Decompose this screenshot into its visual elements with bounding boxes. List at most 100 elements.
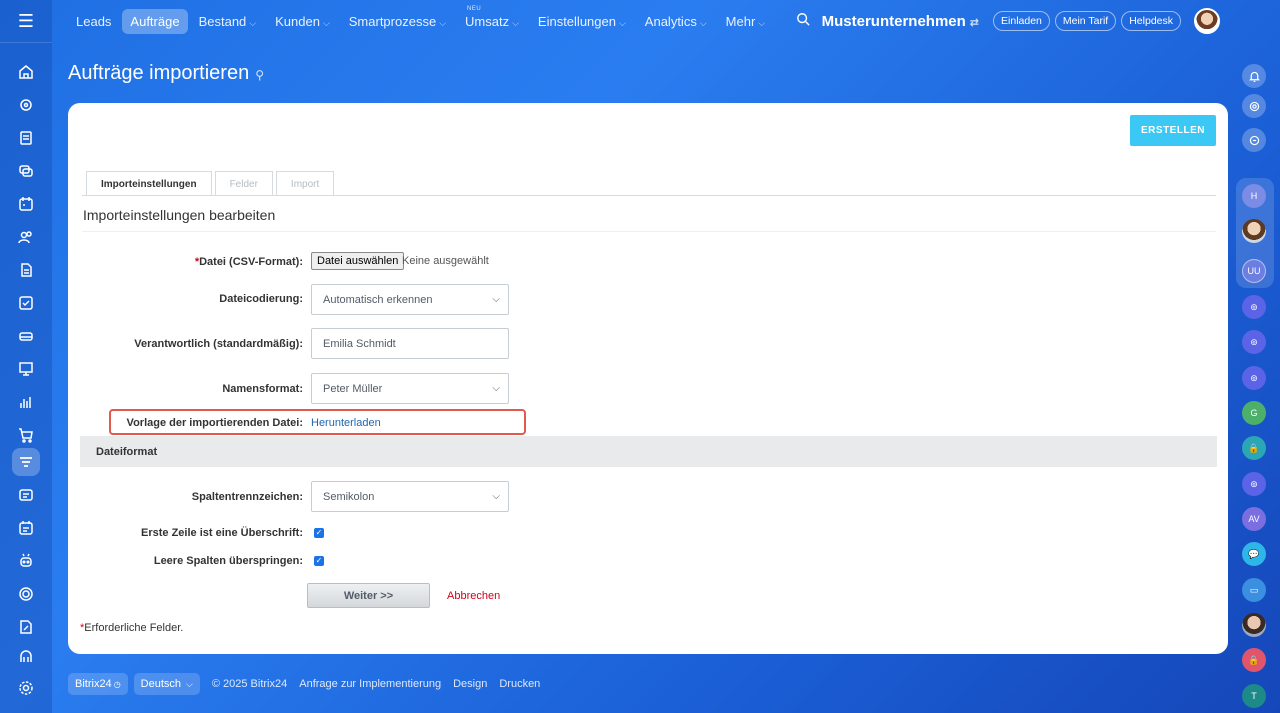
chat-avatar-av[interactable]: AV [1242, 507, 1266, 531]
encoding-select[interactable]: Automatisch erkennen ⌵ [311, 284, 509, 315]
company-name-label: Musterunternehmen [821, 12, 966, 30]
top-right-area: Musterunternehmen ⇄ Einladen Mein Tarif H… [796, 0, 1228, 42]
hamburger-menu-icon[interactable]: ☰ [14, 12, 38, 30]
invite-button[interactable]: Einladen [993, 11, 1050, 31]
tab-felder[interactable]: Felder [214, 171, 273, 196]
chat-avatar-photo[interactable] [1242, 219, 1266, 243]
nav-umsatz[interactable]: NEU Umsatz ⌵ [457, 5, 527, 34]
search-chat-icon[interactable] [1242, 128, 1266, 152]
feed-icon[interactable] [12, 91, 40, 119]
nav-mehr[interactable]: Mehr ⌵ [718, 9, 773, 34]
nav-leads[interactable]: Leads [68, 9, 119, 34]
id-card-icon[interactable] [12, 481, 40, 509]
contact-card-icon[interactable]: ▭ [1242, 578, 1266, 602]
footer-link-print[interactable]: Drucken [499, 678, 540, 690]
my-tariff-button[interactable]: Mein Tarif [1054, 11, 1117, 31]
template-label: Vorlage der importierenden Datei: [126, 417, 303, 429]
responsible-input[interactable]: Emilia Schmidt [311, 328, 509, 359]
chevron-down-icon: ⌵ [439, 17, 447, 28]
nav-einstellungen[interactable]: Einstellungen ⌵ [530, 9, 634, 34]
settings-gear-icon[interactable] [12, 674, 40, 702]
copyright-text: © 2025 Bitrix24 [211, 678, 288, 690]
nav-mehr-label: Mehr [725, 13, 756, 29]
copilot-icon[interactable] [1242, 94, 1266, 118]
initials-label: T [1251, 691, 1257, 701]
chevron-down-icon: ⌵ [186, 678, 193, 689]
nav-analytics[interactable]: Analytics ⌵ [637, 9, 715, 34]
robot-icon[interactable] [12, 547, 40, 575]
copilot-chat-icon[interactable]: ⊚ [1242, 366, 1266, 390]
responsible-label: Verantwortlich (standardmäßig): [134, 338, 303, 350]
language-select[interactable]: Deutsch ⌵ [133, 673, 200, 695]
main-menu: Leads Aufträge Bestand ⌵ Kunden ⌵ Smartpro… [68, 5, 776, 34]
required-note-text: Erforderliche Felder. [84, 622, 184, 634]
company-name[interactable]: Musterunternehmen ⇄ [822, 13, 979, 30]
name-format-value: Peter Müller [323, 382, 383, 395]
horseshoe-icon[interactable] [12, 642, 40, 670]
tab-importeinstellungen[interactable]: Importeinstellungen [86, 171, 212, 196]
first-row-header-checkbox[interactable]: ✓ [314, 528, 324, 538]
name-format-select[interactable]: Peter Müller ⌵ [311, 373, 509, 404]
lock-chat-icon[interactable]: 🔒 [1242, 648, 1266, 672]
notifications-bell-icon[interactable] [1242, 64, 1266, 88]
right-sidebar: H UU ⊚ ⊚ ⊚ G 🔒 ⊚ AV 💬 ▭ 🔒 T [1228, 0, 1280, 713]
edit-doc-icon[interactable] [12, 613, 40, 641]
name-format-label: Namensformat: [222, 383, 303, 395]
next-button[interactable]: Weiter >> [307, 583, 430, 608]
encoding-value: Automatisch erkennen [323, 293, 433, 306]
footer-link-design[interactable]: Design [453, 678, 487, 690]
checklist-icon[interactable] [12, 289, 40, 317]
lock-chat-icon[interactable]: 🔒 [1242, 436, 1266, 460]
chat-avatar-uu[interactable]: UU [1242, 259, 1266, 283]
page-title: Aufträge importieren ⚲ [68, 62, 264, 85]
download-template-link[interactable]: Herunterladen [311, 417, 381, 429]
copilot-chat-icon[interactable]: ⊚ [1242, 295, 1266, 319]
file-label: *Datei (CSV-Format): [195, 256, 303, 268]
switch-icon: ⇄ [969, 16, 980, 29]
import-tabs: Importeinstellungen Felder Import [86, 171, 337, 196]
calendar-icon[interactable] [12, 190, 40, 218]
chat-avatar-t[interactable]: T [1242, 684, 1266, 708]
target-icon[interactable] [12, 580, 40, 608]
tabs-divider [82, 195, 1216, 196]
schedule-icon[interactable] [12, 514, 40, 542]
document-icon[interactable] [12, 256, 40, 284]
chat-avatar-g[interactable]: G [1242, 401, 1266, 425]
search-icon[interactable] [796, 12, 810, 31]
footer-link-implementation[interactable]: Anfrage zur Implementierung [299, 678, 441, 690]
nav-leads-label: Leads [76, 13, 112, 29]
message-chat-icon[interactable]: 💬 [1242, 542, 1266, 566]
nav-bestand[interactable]: Bestand ⌵ [191, 9, 265, 34]
create-button[interactable]: ERSTELLEN [1130, 115, 1216, 146]
new-badge: NEU [467, 5, 482, 12]
bitrix24-brand-button[interactable]: Bitrix24 ◷ [68, 673, 128, 695]
clock-icon: ◷ [113, 679, 121, 689]
chat-icon[interactable] [12, 157, 40, 185]
nav-auftraege[interactable]: Aufträge [122, 8, 188, 34]
nav-smartprozesse[interactable]: Smartprozesse ⌵ [341, 9, 454, 34]
drive-icon[interactable] [12, 322, 40, 350]
home-icon[interactable] [12, 58, 40, 86]
analytics-icon[interactable] [12, 388, 40, 416]
required-note: *Erforderliche Felder. [80, 622, 183, 634]
copilot-chat-icon[interactable]: ⊚ [1242, 472, 1266, 496]
top-navigation-bar: Leads Aufträge Bestand ⌵ Kunden ⌵ Smartpro… [52, 0, 1228, 42]
user-avatar[interactable] [1194, 8, 1220, 34]
copilot-chat-icon[interactable]: ⊚ [1242, 330, 1266, 354]
chat-avatar-photo[interactable] [1242, 613, 1266, 637]
cancel-link[interactable]: Abbrechen [447, 590, 500, 602]
section-title: Importeinstellungen bearbeiten [83, 207, 276, 223]
helpdesk-button[interactable]: Helpdesk [1121, 11, 1181, 31]
tasks-doc-icon[interactable] [12, 124, 40, 152]
choose-file-button[interactable]: Datei auswählen [311, 252, 405, 270]
pin-icon[interactable]: ⚲ [255, 68, 264, 82]
crm-funnel-icon[interactable] [12, 448, 40, 476]
nav-kunden[interactable]: Kunden ⌵ [267, 9, 338, 34]
separator-select[interactable]: Semikolon ⌵ [311, 481, 509, 512]
cart-icon[interactable] [12, 421, 40, 449]
chat-avatar-h[interactable]: H [1242, 184, 1266, 208]
presentation-icon[interactable] [12, 355, 40, 383]
contacts-icon[interactable] [12, 223, 40, 251]
skip-empty-checkbox[interactable]: ✓ [314, 556, 324, 566]
tab-import[interactable]: Import [275, 171, 335, 196]
